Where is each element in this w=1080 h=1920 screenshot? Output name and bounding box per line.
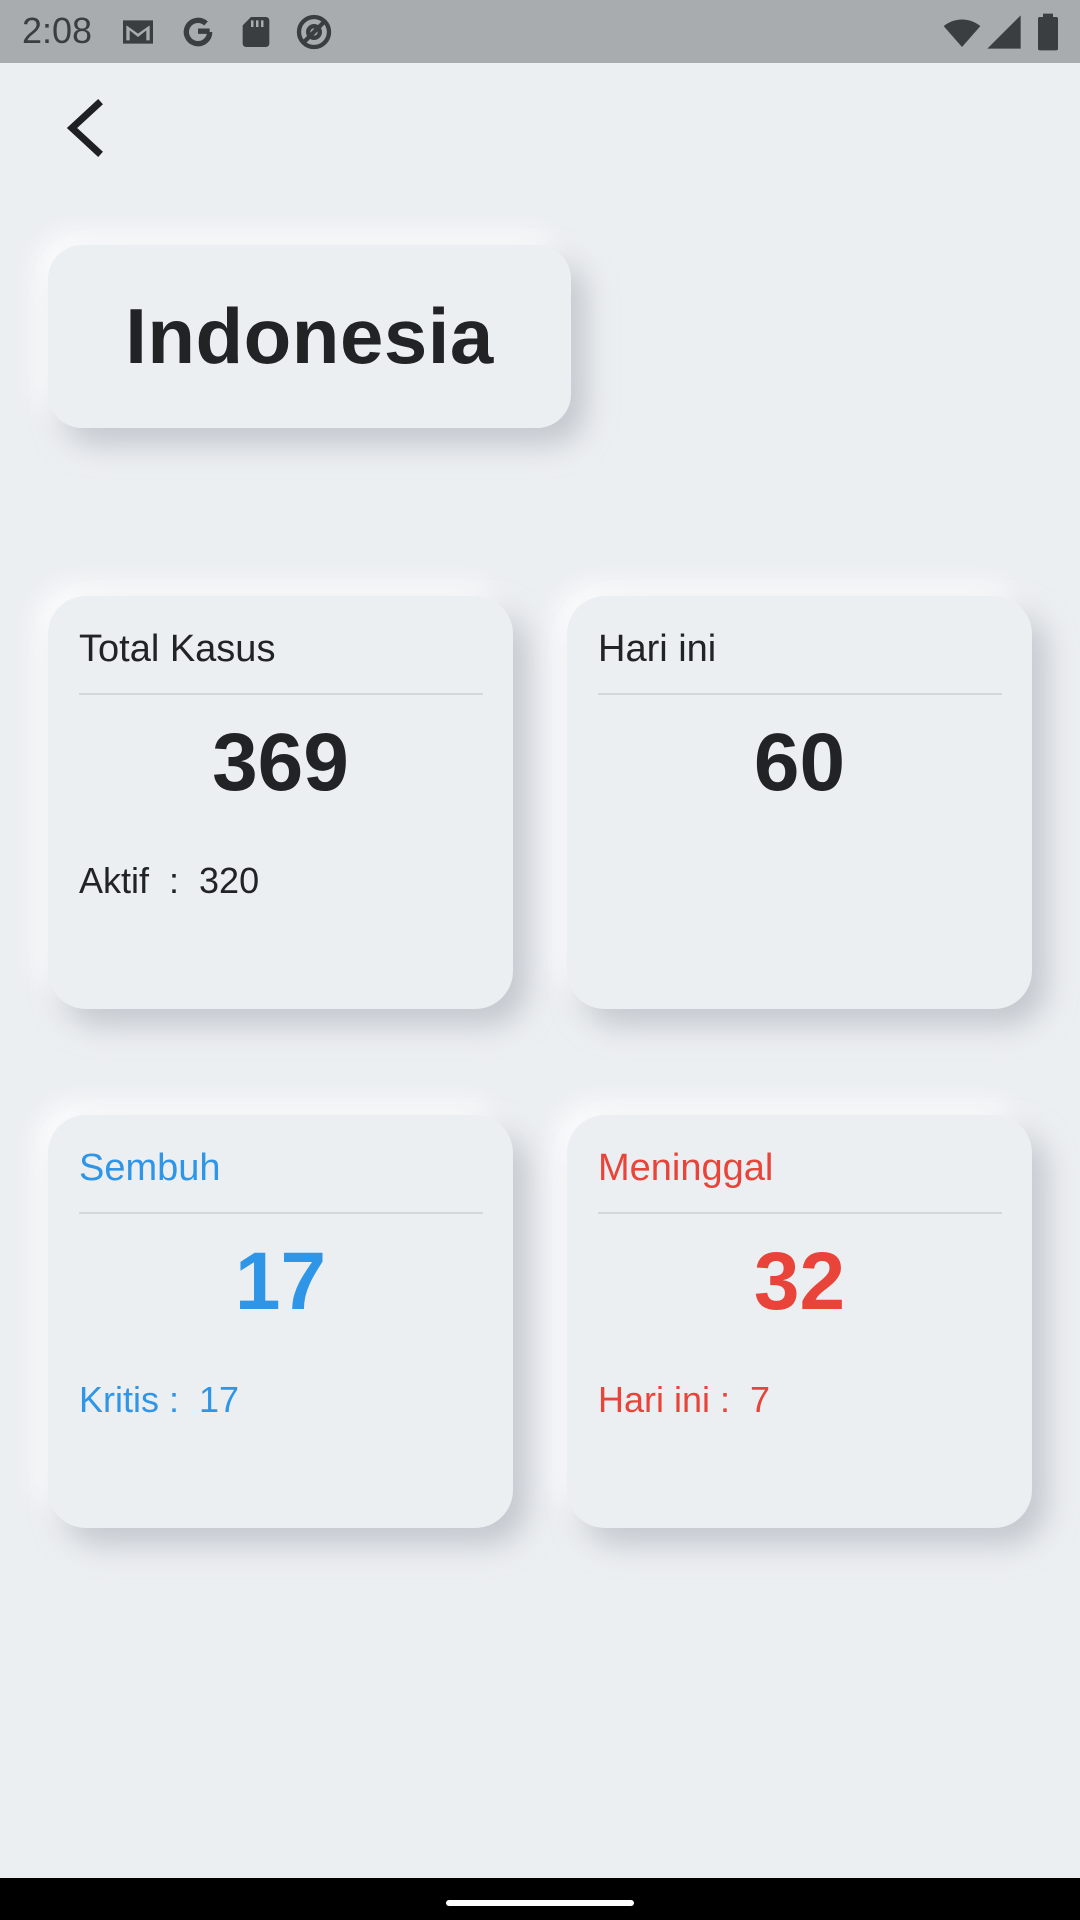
card-divider: [79, 693, 483, 695]
deaths-today-label: Hari ini : 7: [598, 1379, 771, 1420]
status-bar: 2:08: [0, 0, 1080, 63]
country-card: Indonesia: [48, 245, 571, 428]
deaths-title: Meninggal: [598, 1147, 774, 1189]
battery-icon: [1030, 12, 1066, 52]
card-divider: [598, 693, 1002, 695]
critical-cases-label: Kritis : 17: [79, 1379, 240, 1420]
home-indicator[interactable]: [446, 1900, 634, 1906]
total-cases-value: 369: [212, 717, 349, 808]
active-cases-label: Aktif : 320: [79, 860, 260, 901]
sd-card-icon: [236, 12, 276, 52]
deaths-card: Meninggal 32 Hari ini : 7: [567, 1115, 1032, 1528]
recovered-title: Sembuh: [79, 1147, 221, 1189]
gmail-icon: [118, 12, 158, 52]
google-icon: [178, 12, 218, 52]
country-title: Indonesia: [125, 292, 494, 380]
at-sign-icon: [294, 12, 334, 52]
today-cases-title: Hari ini: [598, 628, 717, 670]
navigation-bar: [0, 1878, 1080, 1920]
total-cases-title: Total Kasus: [79, 628, 276, 670]
card-divider: [79, 1212, 483, 1214]
card-divider: [598, 1212, 1002, 1214]
deaths-value: 32: [753, 1236, 846, 1327]
status-time: 2:08: [22, 10, 93, 51]
wifi-icon: [942, 12, 982, 52]
chevron-left-icon: [58, 96, 118, 160]
recovered-value: 17: [234, 1236, 327, 1327]
today-cases-card: Hari ini 60: [567, 596, 1032, 1009]
today-cases-value: 60: [753, 717, 846, 808]
total-cases-card: Total Kasus 369 Aktif : 320: [48, 596, 513, 1009]
cell-signal-icon: [984, 12, 1024, 52]
back-button[interactable]: [58, 96, 118, 160]
recovered-card: Sembuh 17 Kritis : 17: [48, 1115, 513, 1528]
